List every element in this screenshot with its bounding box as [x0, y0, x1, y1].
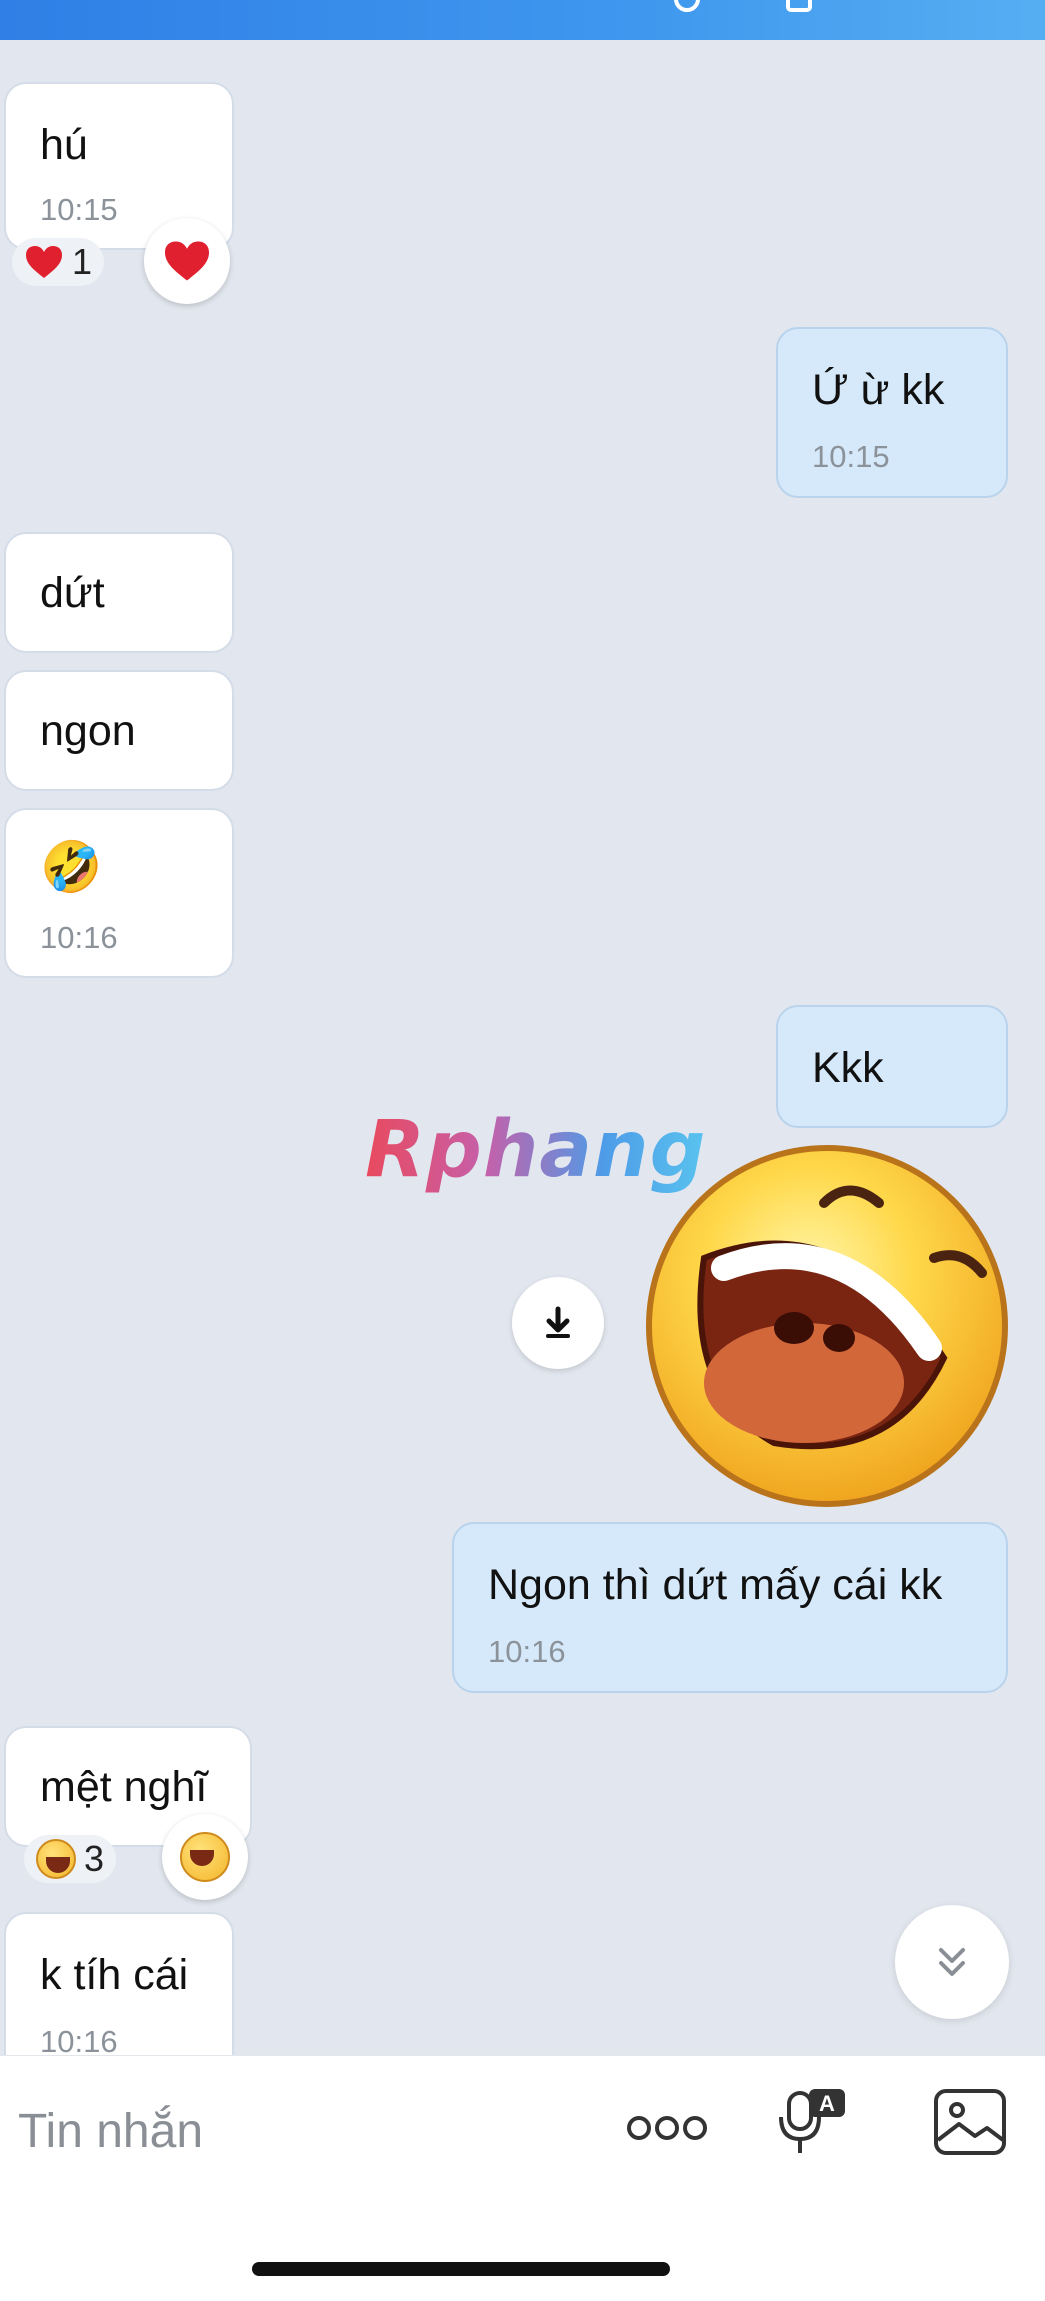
gallery-icon: [934, 2089, 1006, 2155]
laughing-face-sticker[interactable]: [644, 1143, 1010, 1509]
call-icon[interactable]: [674, 0, 700, 12]
heart-icon: [26, 246, 62, 278]
message-text: Kkk: [812, 1044, 884, 1092]
gallery-button[interactable]: [930, 2082, 1010, 2162]
message-time: 10:16: [40, 2024, 118, 2059]
voice-to-text-button[interactable]: A: [772, 2082, 852, 2162]
laughing-face-icon: [36, 1839, 76, 1879]
double-chevron-down-icon: [939, 1948, 965, 1976]
download-icon: [546, 1306, 570, 1338]
message-time: 10:16: [488, 1634, 566, 1669]
scroll-to-bottom-button[interactable]: [895, 1905, 1009, 2019]
video-call-icon[interactable]: [786, 0, 812, 12]
message-text: dứt: [40, 569, 105, 617]
download-button[interactable]: [512, 1277, 604, 1369]
add-reaction-button[interactable]: [162, 1814, 248, 1900]
chat-header: [0, 0, 1045, 40]
reaction-count: 1: [72, 241, 93, 282]
message-text: ngon: [40, 707, 136, 755]
more-options-icon: [627, 2116, 707, 2140]
message-text: mệt nghĩ: [40, 1763, 208, 1811]
more-options-button[interactable]: [622, 2106, 712, 2150]
reaction-summary[interactable]: 1: [12, 238, 105, 286]
message-time: 10:15: [812, 439, 890, 474]
message-text: k tíh cái: [40, 1951, 189, 1999]
reaction-summary[interactable]: 3: [24, 1835, 117, 1883]
message-input[interactable]: [18, 2096, 578, 2166]
laughing-face-icon: [180, 1832, 230, 1882]
reaction-count: 3: [84, 1838, 105, 1879]
heart-icon: [165, 241, 209, 281]
message-time: 10:16: [40, 920, 118, 955]
message-bubble-outgoing[interactable]: Kkk: [776, 1005, 1008, 1128]
message-bubble-incoming[interactable]: dứt: [4, 532, 234, 653]
home-indicator: [252, 2262, 670, 2276]
message-bubble-outgoing[interactable]: Ngon thì dứt mấy cái kk 10:16: [452, 1522, 1008, 1693]
message-text: Ứ ừ kk: [812, 366, 945, 414]
voice-to-text-icon: A: [779, 2089, 845, 2153]
add-reaction-button[interactable]: [144, 218, 230, 304]
message-bubble-incoming[interactable]: ngon: [4, 670, 234, 791]
svg-text:A: A: [819, 2091, 835, 2116]
message-bubble-incoming[interactable]: 🤣 10:16: [4, 808, 234, 978]
message-emoji: 🤣: [40, 839, 103, 895]
message-bubble-outgoing[interactable]: Ứ ừ kk 10:15: [776, 327, 1008, 498]
message-time: 10:15: [40, 192, 118, 227]
message-text: Ngon thì dứt mấy cái kk: [488, 1561, 943, 1609]
message-text: hú: [40, 121, 88, 169]
